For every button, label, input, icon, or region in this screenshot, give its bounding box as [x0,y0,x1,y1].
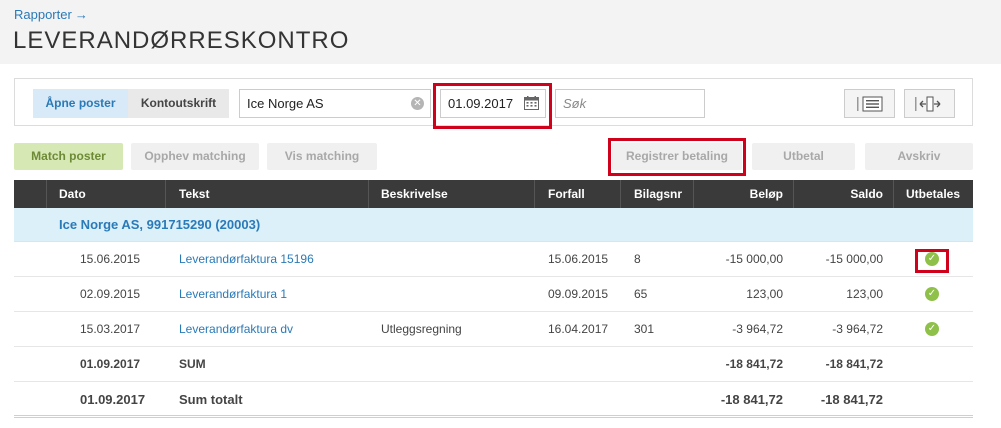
row-text-link[interactable]: Leverandørfaktura 1 [179,277,287,312]
row-balance: 123,00 [846,287,883,301]
table-header: Dato Tekst Beskrivelse Forfall Bilagsnr … [14,180,973,208]
row-text-link[interactable]: Leverandørfaktura 15196 [179,242,314,277]
row-amount: 123,00 [746,287,783,301]
row-date: 15.06.2015 [80,252,141,266]
row-amount: -15 000,00 [725,252,783,266]
date-field[interactable]: 01.09.2017 [440,89,546,118]
sum-amount: -18 841,72 [725,357,783,371]
calendar-icon[interactable] [524,96,539,110]
row-voucher: 65 [634,287,648,301]
check-icon[interactable]: ✓ [925,252,939,266]
sum-balance: -18 841,72 [825,357,883,371]
search-placeholder: Søk [563,96,587,111]
row-text-link[interactable]: Leverandørfaktura dv [179,312,293,347]
write-off-button[interactable]: Avskriv [865,143,973,170]
arrow-right-icon: → [74,7,88,22]
breadcrumb[interactable]: Rapporter → [14,7,88,22]
filter-toolbar: Åpne poster Kontoutskrift Ice Norge AS ✕… [14,78,973,126]
sum-row: 01.09.2017 SUM -18 841,72 -18 841,72 [14,347,973,382]
row-balance: -15 000,00 [825,252,883,266]
search-input[interactable]: Søk [555,89,705,118]
supplier-group-label: Ice Norge AS, 991715290 (20003) [59,217,261,232]
show-matching-button[interactable]: Vis matching [267,143,377,170]
check-icon[interactable]: ✓ [925,322,939,336]
supplier-field[interactable]: Ice Norge AS ✕ [239,89,431,118]
ledger-table: Dato Tekst Beskrivelse Forfall Bilagsnr … [14,180,973,418]
tab-open-items[interactable]: Åpne poster [33,89,128,118]
breadcrumb-link[interactable]: Rapporter [14,7,72,22]
total-balance: -18 841,72 [820,392,883,407]
row-amount: -3 964,72 [732,322,783,336]
tab-account-statement[interactable]: Kontoutskrift [128,89,229,118]
column-resize-icon [914,96,940,111]
table-row[interactable]: 15.03.2017 Leverandørfaktura dv Utleggsr… [14,312,973,347]
list-view-icon [856,96,882,111]
table-row[interactable]: 15.06.2015 Leverandørfaktura 15196 15.06… [14,242,973,277]
total-row: 01.09.2017 Sum totalt -18 841,72 -18 841… [14,382,973,418]
table-row[interactable]: 02.09.2015 Leverandørfaktura 1 09.09.201… [14,277,973,312]
col-due[interactable]: Forfall [548,180,585,208]
unmatch-button[interactable]: Opphev matching [131,143,259,170]
col-description[interactable]: Beskrivelse [381,180,448,208]
sum-date: 01.09.2017 [80,357,141,371]
col-balance[interactable]: Saldo [793,180,883,208]
row-voucher: 301 [634,322,655,336]
sum-label: SUM [179,357,206,371]
row-balance: -3 964,72 [832,322,883,336]
page-title: LEVERANDØRRESKONTRO [13,27,350,54]
col-amount[interactable]: Beløp [693,180,783,208]
page-header: Rapporter → LEVERANDØRRESKONTRO [0,0,1001,64]
row-date: 15.03.2017 [80,322,141,336]
supplier-value: Ice Norge AS [247,96,324,111]
col-date[interactable]: Dato [59,180,86,208]
row-due: 16.04.2017 [548,322,609,336]
register-payment-button[interactable]: Registrer betaling [612,143,742,170]
col-to-pay[interactable]: Utbetales [906,180,960,208]
row-voucher: 8 [634,252,641,266]
total-label: Sum totalt [179,392,243,407]
total-amount: -18 841,72 [720,392,783,407]
row-description: Utleggsregning [381,322,462,336]
match-items-button[interactable]: Match poster [14,143,123,170]
col-voucher[interactable]: Bilagsnr [634,180,682,208]
row-due: 09.09.2015 [548,287,609,301]
date-value: 01.09.2017 [448,96,514,111]
supplier-group-row[interactable]: Ice Norge AS, 991715290 (20003) [14,208,973,242]
view-tabs: Åpne poster Kontoutskrift [33,89,229,118]
row-due: 15.06.2015 [548,252,609,266]
pay-out-button[interactable]: Utbetal [752,143,855,170]
row-date: 02.09.2015 [80,287,141,301]
clear-icon[interactable]: ✕ [411,97,424,110]
col-text[interactable]: Tekst [179,180,209,208]
list-view-button[interactable] [844,89,895,118]
check-icon[interactable]: ✓ [925,287,939,301]
total-date: 01.09.2017 [80,392,146,407]
column-resize-button[interactable] [904,89,955,118]
